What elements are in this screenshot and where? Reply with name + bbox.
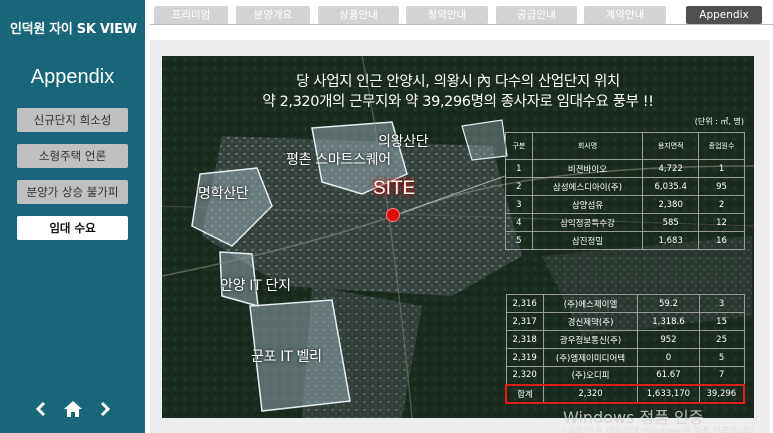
table-header: 용지면적 (642, 132, 700, 160)
table-row: 2,319 (주)엠제이미디어텍 0 5 (505, 348, 745, 367)
total-row: 합계 2,320 1,633,170 39,296 (504, 383, 745, 404)
label-uiwang-industrial: 의왕산단 (378, 134, 429, 150)
table-cell: 61.67 (637, 366, 700, 385)
sidebar-item-rental-demand[interactable]: 임대 수요 (17, 216, 128, 240)
sidebar-item-new-complex[interactable]: 신규단지 희소성 (17, 108, 128, 132)
table-cell: 삼양섬유 (531, 195, 644, 214)
table-row: 1 비젼바이오 4,722 1 (505, 159, 745, 178)
table-cell: 4,722 (642, 159, 700, 178)
table-cell: 2,318 (505, 330, 544, 349)
table-cell: 1,683 (642, 231, 700, 250)
sidebar-menu: 신규단지 희소성 소형주택 언론 분양가 상승 불가피 임대 수요 (17, 108, 128, 252)
table-cell: 1,318.6 (637, 312, 700, 331)
home-icon[interactable] (63, 398, 83, 420)
company-table-bottom: 2,316 (주)에스제이엘 59.2 3 2,317 경신제약(주) 1,31… (504, 294, 745, 404)
headline-line-1: 당 사업지 인근 안양시, 의왕시 內 다수의 산업단지 위치 (296, 74, 620, 90)
table-cell: 5 (505, 231, 533, 250)
table-cell: 25 (698, 330, 745, 349)
total-cell: 2,320 (542, 383, 639, 404)
table-cell: 3 (698, 294, 745, 313)
table-row: 2,318 광우정보통신(주) 952 25 (505, 330, 745, 349)
tab-subscription[interactable]: 청약안내 (406, 6, 488, 24)
table-cell: 2,319 (505, 348, 544, 367)
map-panel: 당 사업지 인근 안양시, 의왕시 內 다수의 산업단지 위치 약 2,320개… (162, 56, 754, 418)
table-row: 2,316 (주)에스제이엘 59.2 3 (505, 294, 745, 313)
tab-supply[interactable]: 공급안내 (496, 6, 577, 24)
table-row: 2 삼성에스디아이(주) 6,035.4 95 (505, 177, 745, 196)
table-cell: 비젼바이오 (531, 159, 644, 178)
table-cell: 95 (698, 177, 745, 196)
table-row: 3 삼양섬유 2,380 2 (505, 195, 745, 214)
windows-activation-subtext: [설정]으로 이동하여 Windows를 정품 인증합니다. (563, 427, 757, 433)
table-cell: 4 (505, 213, 533, 232)
table-header: 종업원수 (698, 132, 745, 160)
tabs-divider (150, 24, 773, 25)
site-label: SITE (373, 178, 416, 199)
sidebar-item-small-housing-press[interactable]: 소형주택 언론 (17, 144, 128, 168)
unit-note: (단위 : ㎡, 명) (694, 117, 744, 126)
chevron-left-icon[interactable] (31, 398, 51, 420)
table-cell: 7 (698, 366, 745, 385)
table-cell: 삼성에스디아이(주) (531, 177, 644, 196)
label-myeonghak-industrial: 명학산단 (198, 186, 249, 202)
table-cell: 585 (642, 213, 700, 232)
table-cell: 삼익정공특수강 (531, 213, 644, 232)
table-cell: 2,317 (505, 312, 544, 331)
sidebar-item-price-rise[interactable]: 분양가 상승 불가피 (17, 180, 128, 204)
chevron-right-icon[interactable] (95, 398, 115, 420)
brand-title: 인덕원 자이 SK VIEW (10, 22, 137, 37)
tab-overview[interactable]: 분양개요 (236, 6, 310, 24)
table-cell: 15 (698, 312, 745, 331)
table-cell: 2 (505, 177, 533, 196)
table-cell: 1 (505, 159, 533, 178)
table-cell: 0 (637, 348, 700, 367)
table-cell: (주)에스제이엘 (542, 294, 639, 313)
table-cell: 3 (505, 195, 533, 214)
total-cell: 39,296 (698, 383, 745, 404)
tab-contract[interactable]: 계약안내 (584, 6, 666, 24)
label-gunpo-it-valley: 군포 IT 벨리 (251, 349, 322, 365)
table-cell: 6,035.4 (642, 177, 700, 196)
label-pyeongchon-smart-square: 평촌 스마트스퀘어 (286, 152, 391, 168)
sidebar: 인덕원 자이 SK VIEW Appendix 신규단지 희소성 소형주택 언론… (0, 0, 145, 433)
table-cell: (주)오디피 (542, 366, 639, 385)
table-row: 5 삼진정밀 1,683 16 (505, 231, 745, 250)
table-cell: 1 (698, 159, 745, 178)
table-row: 4 삼익정공특수강 585 12 (505, 213, 745, 232)
company-table-top: 구분 회사명 용지면적 종업원수 1 비젼바이오 4,722 1 2 삼성에스디… (505, 132, 745, 250)
tab-product[interactable]: 상품안내 (318, 6, 399, 24)
table-cell: 2 (698, 195, 745, 214)
table-cell: 5 (698, 348, 745, 367)
table-row: 2,320 (주)오디피 61.67 7 (505, 366, 745, 385)
table-cell: 삼진정밀 (531, 231, 644, 250)
table-row: 2,317 경신제약(주) 1,318.6 15 (505, 312, 745, 331)
total-cell: 1,633,170 (637, 383, 700, 404)
table-cell: 광우정보통신(주) (542, 330, 639, 349)
table-cell: 16 (698, 231, 745, 250)
slide-navigation (0, 398, 145, 420)
section-title: Appendix (30, 66, 115, 88)
total-cell: 합계 (504, 383, 544, 404)
table-header: 구분 (505, 132, 533, 160)
table-cell: 952 (637, 330, 700, 349)
table-cell: 2,316 (505, 294, 544, 313)
headline-line-2: 약 2,320개의 근무지와 약 39,296명의 종사자로 임대수요 풍부 !… (262, 94, 654, 110)
table-cell: 59.2 (637, 294, 700, 313)
tab-premium[interactable]: 프리미엄 (154, 6, 228, 24)
tab-appendix[interactable]: Appendix (686, 6, 762, 24)
table-cell: 경신제약(주) (542, 312, 639, 331)
table-cell: 2,380 (642, 195, 700, 214)
top-tabs: 프리미엄 분양개요 상품안내 청약안내 공급안내 계약안내 Appendix (150, 4, 770, 26)
table-header: 회사명 (531, 132, 644, 160)
site-marker (386, 208, 400, 222)
table-cell: (주)엠제이미디어텍 (542, 348, 639, 367)
label-anyang-it: 안양 IT 단지 (220, 278, 291, 294)
table-cell: 12 (698, 213, 745, 232)
table-cell: 2,320 (505, 366, 544, 385)
